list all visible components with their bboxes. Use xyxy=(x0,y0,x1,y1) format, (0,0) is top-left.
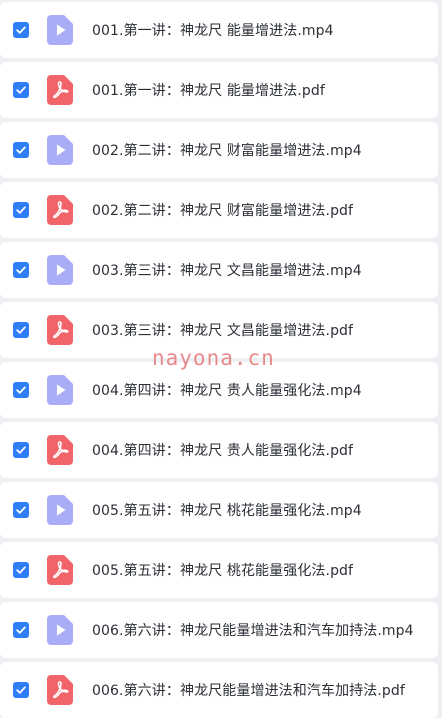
checkmark-icon xyxy=(16,686,26,694)
checkbox-checked[interactable] xyxy=(13,562,29,578)
video-file-icon xyxy=(47,135,73,165)
file-row[interactable]: 005.第五讲：神龙尺 桃花能量强化法.pdf xyxy=(0,542,438,598)
pdf-file-icon xyxy=(47,675,73,705)
checkmark-icon xyxy=(16,206,26,214)
checkmark-icon xyxy=(16,26,26,34)
video-file-icon xyxy=(47,255,73,285)
checkmark-icon xyxy=(16,446,26,454)
checkmark-icon xyxy=(16,146,26,154)
file-name: 003.第三讲：神龙尺 文昌能量增进法.mp4 xyxy=(92,263,362,279)
file-row[interactable]: 001.第一讲：神龙尺 能量增进法.pdf xyxy=(0,62,438,118)
file-row[interactable]: 004.第四讲：神龙尺 贵人能量强化法.mp4 xyxy=(0,362,438,418)
file-row[interactable]: 001.第一讲：神龙尺 能量增进法.mp4 xyxy=(0,2,438,58)
file-row[interactable]: 003.第三讲：神龙尺 文昌能量增进法.mp4 xyxy=(0,242,438,298)
video-file-icon xyxy=(47,615,73,645)
checkmark-icon xyxy=(16,386,26,394)
file-row[interactable]: 002.第二讲：神龙尺 财富能量增进法.pdf xyxy=(0,182,438,238)
pdf-file-icon xyxy=(47,315,73,345)
pdf-file-icon xyxy=(47,435,73,465)
checkbox-checked[interactable] xyxy=(13,82,29,98)
file-row[interactable]: 006.第六讲：神龙尺能量增进法和汽车加持法.pdf xyxy=(0,662,438,718)
file-name: 004.第四讲：神龙尺 贵人能量强化法.mp4 xyxy=(92,383,362,399)
video-file-icon xyxy=(47,495,73,525)
file-name: 003.第三讲：神龙尺 文昌能量增进法.pdf xyxy=(92,323,354,339)
file-row[interactable]: 002.第二讲：神龙尺 财富能量增进法.mp4 xyxy=(0,122,438,178)
file-name: 006.第六讲：神龙尺能量增进法和汽车加持法.mp4 xyxy=(92,623,414,639)
file-row[interactable]: 005.第五讲：神龙尺 桃花能量强化法.mp4 xyxy=(0,482,438,538)
checkbox-checked[interactable] xyxy=(13,442,29,458)
checkmark-icon xyxy=(16,86,26,94)
checkbox-checked[interactable] xyxy=(13,262,29,278)
checkmark-icon xyxy=(16,326,26,334)
checkbox-checked[interactable] xyxy=(13,502,29,518)
checkbox-checked[interactable] xyxy=(13,322,29,338)
file-name: 005.第五讲：神龙尺 桃花能量强化法.mp4 xyxy=(92,503,362,519)
video-file-icon xyxy=(47,15,73,45)
checkmark-icon xyxy=(16,626,26,634)
file-name: 001.第一讲：神龙尺 能量增进法.mp4 xyxy=(92,23,334,39)
file-name: 002.第二讲：神龙尺 财富能量增进法.mp4 xyxy=(92,143,362,159)
file-name: 006.第六讲：神龙尺能量增进法和汽车加持法.pdf xyxy=(92,683,405,699)
checkmark-icon xyxy=(16,266,26,274)
watermark: nayona.cn xyxy=(152,346,275,370)
file-name: 004.第四讲：神龙尺 贵人能量强化法.pdf xyxy=(92,443,354,459)
checkbox-checked[interactable] xyxy=(13,22,29,38)
checkbox-checked[interactable] xyxy=(13,682,29,698)
file-row[interactable]: 006.第六讲：神龙尺能量增进法和汽车加持法.mp4 xyxy=(0,602,438,658)
checkbox-checked[interactable] xyxy=(13,622,29,638)
video-file-icon xyxy=(47,375,73,405)
checkbox-checked[interactable] xyxy=(13,382,29,398)
pdf-file-icon xyxy=(47,75,73,105)
file-name: 002.第二讲：神龙尺 财富能量增进法.pdf xyxy=(92,203,354,219)
file-name: 005.第五讲：神龙尺 桃花能量强化法.pdf xyxy=(92,563,354,579)
pdf-file-icon xyxy=(47,195,73,225)
pdf-file-icon xyxy=(47,555,73,585)
checkmark-icon xyxy=(16,566,26,574)
checkbox-checked[interactable] xyxy=(13,202,29,218)
checkbox-checked[interactable] xyxy=(13,142,29,158)
file-row[interactable]: 004.第四讲：神龙尺 贵人能量强化法.pdf xyxy=(0,422,438,478)
file-name: 001.第一讲：神龙尺 能量增进法.pdf xyxy=(92,83,325,99)
checkmark-icon xyxy=(16,506,26,514)
